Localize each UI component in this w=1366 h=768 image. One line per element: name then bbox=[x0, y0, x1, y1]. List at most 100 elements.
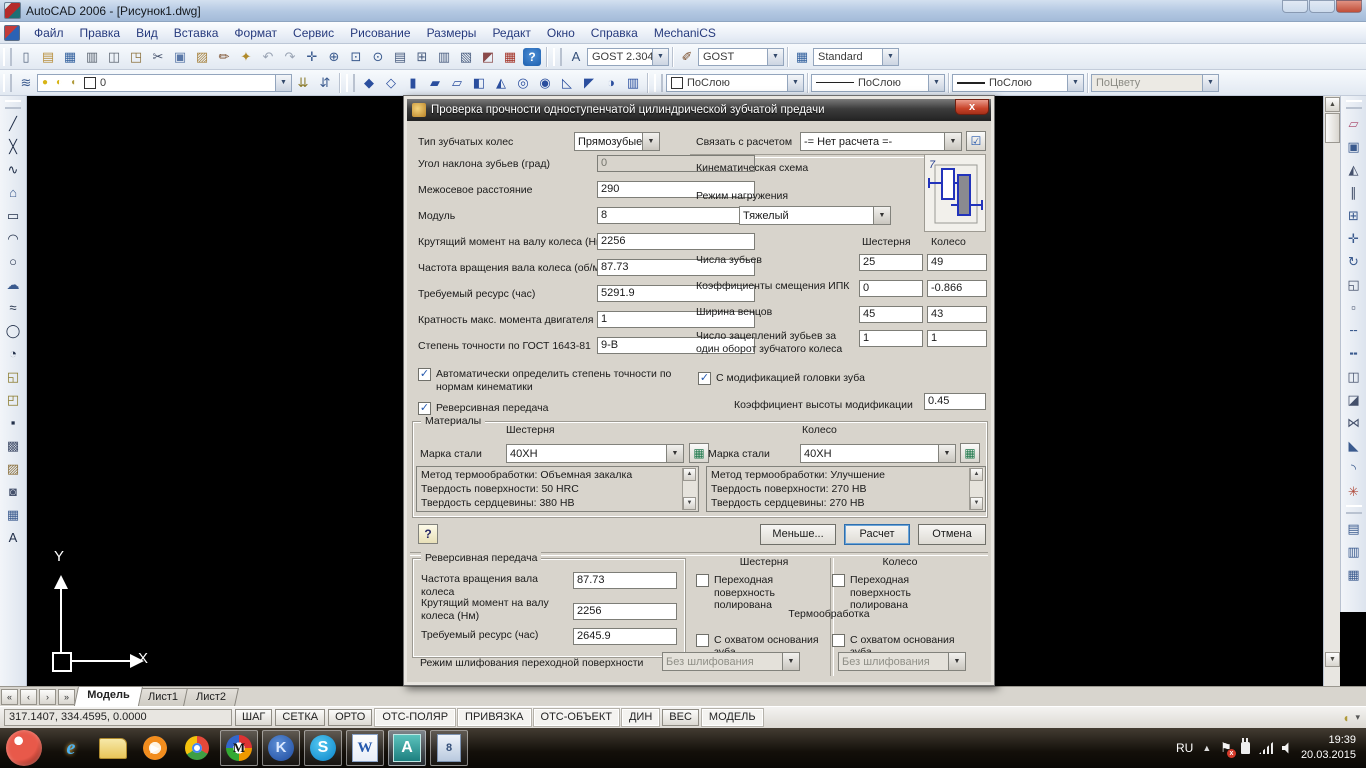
plot-preview-icon[interactable]: ◫ bbox=[103, 46, 125, 68]
chamfer-icon[interactable]: ◣ bbox=[1343, 434, 1365, 457]
taskbar-calculator-icon[interactable]: 8 bbox=[430, 730, 468, 766]
menu-item[interactable]: Окно bbox=[539, 24, 583, 42]
stretch-icon[interactable]: ▫ bbox=[1343, 296, 1365, 319]
hatch-icon[interactable]: ▩ bbox=[2, 434, 24, 457]
copy-icon[interactable]: ▣ bbox=[169, 46, 191, 68]
menu-item[interactable]: Вид bbox=[128, 24, 166, 42]
menu-item[interactable]: Рисование bbox=[342, 24, 418, 42]
engagements-per-rev-wheel-input[interactable]: 1 bbox=[927, 330, 987, 347]
menu-item[interactable]: Формат bbox=[226, 24, 285, 42]
wheel-polished-checkbox[interactable]: Переходная поверхность полирована bbox=[832, 574, 968, 612]
taskbar-kompas-icon[interactable]: K bbox=[262, 730, 300, 766]
help-icon[interactable]: ? bbox=[523, 48, 541, 66]
dialog-titlebar[interactable]: Проверка прочности одноступенчатой цилин… bbox=[407, 99, 991, 121]
layout-tab[interactable]: Лист1 bbox=[135, 688, 191, 706]
new-file-icon[interactable]: ▯ bbox=[15, 46, 37, 68]
menu-item[interactable]: Правка bbox=[72, 24, 129, 42]
scroll-down-icon[interactable]: ▼ bbox=[1325, 652, 1340, 667]
cut-icon[interactable]: ✂ bbox=[147, 46, 169, 68]
first-tab-button[interactable]: « bbox=[1, 689, 18, 705]
tool-palettes-icon[interactable]: ▥ bbox=[433, 46, 455, 68]
taskbar-mathcad-icon[interactable]: M bbox=[220, 730, 258, 766]
text-style-icon[interactable]: A bbox=[565, 46, 587, 68]
menu-item[interactable]: Файл bbox=[26, 24, 72, 42]
last-tab-button[interactable]: » bbox=[58, 689, 75, 705]
dim-style-icon[interactable]: ✐ bbox=[676, 46, 698, 68]
mech-pipe-corner-icon[interactable]: ◤ bbox=[578, 72, 600, 94]
zoom-previous-icon[interactable]: ⊙ bbox=[367, 46, 389, 68]
close-button[interactable] bbox=[1336, 0, 1362, 13]
start-button[interactable] bbox=[6, 730, 42, 766]
teeth-count-pinion-input[interactable]: 25 bbox=[859, 254, 923, 271]
undo-icon[interactable]: ↶ bbox=[257, 46, 279, 68]
layout-tab[interactable]: Лист2 bbox=[183, 688, 239, 706]
tip-modification-checkbox[interactable]: ✓ С модификацией головки зуба bbox=[698, 372, 865, 385]
construction-line-icon[interactable]: ╳ bbox=[2, 135, 24, 158]
draworder-front-icon[interactable]: ▤ bbox=[1343, 517, 1365, 540]
next-tab-button[interactable]: › bbox=[39, 689, 56, 705]
status-toggle-button[interactable]: ВЕС bbox=[662, 709, 699, 726]
taskbar-chrome-icon[interactable] bbox=[178, 730, 216, 766]
load-mode-combo[interactable]: Тяжелый▼ bbox=[739, 206, 891, 225]
layer-combo[interactable]: ● ◐ ◖ 0 ▼ bbox=[37, 74, 292, 92]
tray-clock[interactable]: 19:39 20.03.2015 bbox=[1301, 733, 1356, 763]
mirror-icon[interactable]: ◭ bbox=[1343, 158, 1365, 181]
rim-width-wheel-input[interactable]: 43 bbox=[927, 306, 987, 323]
array-icon[interactable]: ⊞ bbox=[1343, 204, 1365, 227]
break-icon[interactable]: ◪ bbox=[1343, 388, 1365, 411]
ellipse-icon[interactable]: ◯ bbox=[2, 319, 24, 342]
gradient-icon[interactable]: ▨ bbox=[2, 457, 24, 480]
spline-icon[interactable]: ≈ bbox=[2, 296, 24, 319]
status-toggle-button[interactable]: ДИН bbox=[622, 709, 659, 726]
network-signal-icon[interactable] bbox=[1259, 742, 1273, 754]
status-toggle-button[interactable]: ОРТО bbox=[328, 709, 372, 726]
action-center-flag-icon[interactable]: ⚑x bbox=[1220, 740, 1232, 756]
taskbar-ie-icon[interactable]: e bbox=[52, 730, 90, 766]
mech-bolt-assembly-icon[interactable]: ◆ bbox=[358, 72, 380, 94]
make-block-icon[interactable]: ◰ bbox=[2, 388, 24, 411]
link-calc-combo[interactable]: -= Нет расчета =-▼ bbox=[800, 132, 962, 151]
status-toggle-button[interactable]: СЕТКА bbox=[275, 709, 325, 726]
pinion-material-table-icon[interactable]: ▦ bbox=[689, 443, 709, 463]
publish-icon[interactable]: ◳ bbox=[125, 46, 147, 68]
table-style-icon[interactable]: ▦ bbox=[791, 46, 813, 68]
layer-previous-icon[interactable]: ⇊ bbox=[292, 72, 314, 94]
status-toggle-button[interactable]: ШАГ bbox=[235, 709, 272, 726]
erase-icon[interactable]: ▱ bbox=[1343, 112, 1365, 135]
fillet-icon[interactable]: ◝ bbox=[1343, 457, 1365, 480]
point-icon[interactable]: ▪ bbox=[2, 411, 24, 434]
rotate-icon[interactable]: ↻ bbox=[1343, 250, 1365, 273]
join-icon[interactable]: ⋈ bbox=[1343, 411, 1365, 434]
mech-shaft-table-icon[interactable]: ▱ bbox=[446, 72, 468, 94]
menu-item[interactable]: Сервис bbox=[285, 24, 342, 42]
kinematic-scheme[interactable]: 7 bbox=[924, 154, 986, 232]
pinion-steel-combo[interactable]: 40ХН▼ bbox=[506, 444, 684, 463]
lineweight-control-combo[interactable]: ПоСлою▼ bbox=[952, 74, 1084, 92]
mech-bracket-icon[interactable]: ◭ bbox=[490, 72, 512, 94]
status-toggle-button[interactable]: ОТС-ОБЪЕКТ bbox=[534, 709, 619, 726]
mech-shaft-icon[interactable]: ▰ bbox=[424, 72, 446, 94]
mech-spec-table-icon[interactable]: ▥ bbox=[622, 72, 644, 94]
engagements-per-rev-pinion-input[interactable]: 1 bbox=[859, 330, 923, 347]
power-plug-icon[interactable] bbox=[1241, 742, 1250, 754]
menu-item[interactable]: Редакт bbox=[484, 24, 538, 42]
prev-tab-button[interactable]: ‹ bbox=[20, 689, 37, 705]
mech-hole-point-icon[interactable]: ◉ bbox=[534, 72, 556, 94]
offset-icon[interactable]: ∥ bbox=[1343, 181, 1365, 204]
mech-screw-icon[interactable]: ▮ bbox=[402, 72, 424, 94]
redo-icon[interactable]: ↷ bbox=[279, 46, 301, 68]
reversible-checkbox[interactable]: ✓ Реверсивная передача bbox=[418, 402, 548, 415]
taskbar-autocad-icon[interactable]: A bbox=[388, 730, 426, 766]
save-icon[interactable]: ▦ bbox=[59, 46, 81, 68]
zoom-window-icon[interactable]: ⊡ bbox=[345, 46, 367, 68]
teeth-count-wheel-input[interactable]: 49 bbox=[927, 254, 987, 271]
menu-item[interactable]: Справка bbox=[583, 24, 646, 42]
polygon-icon[interactable]: ⌂ bbox=[2, 181, 24, 204]
calculate-button[interactable]: Расчет bbox=[844, 524, 910, 545]
torque-input[interactable]: 2256 bbox=[597, 233, 755, 250]
circle-icon[interactable]: ○ bbox=[2, 250, 24, 273]
maximize-button[interactable] bbox=[1309, 0, 1335, 13]
revision-cloud-icon[interactable]: ☁ bbox=[2, 273, 24, 296]
taskbar-explorer-icon[interactable] bbox=[94, 730, 132, 766]
trim-icon[interactable]: ╌ bbox=[1343, 319, 1365, 342]
